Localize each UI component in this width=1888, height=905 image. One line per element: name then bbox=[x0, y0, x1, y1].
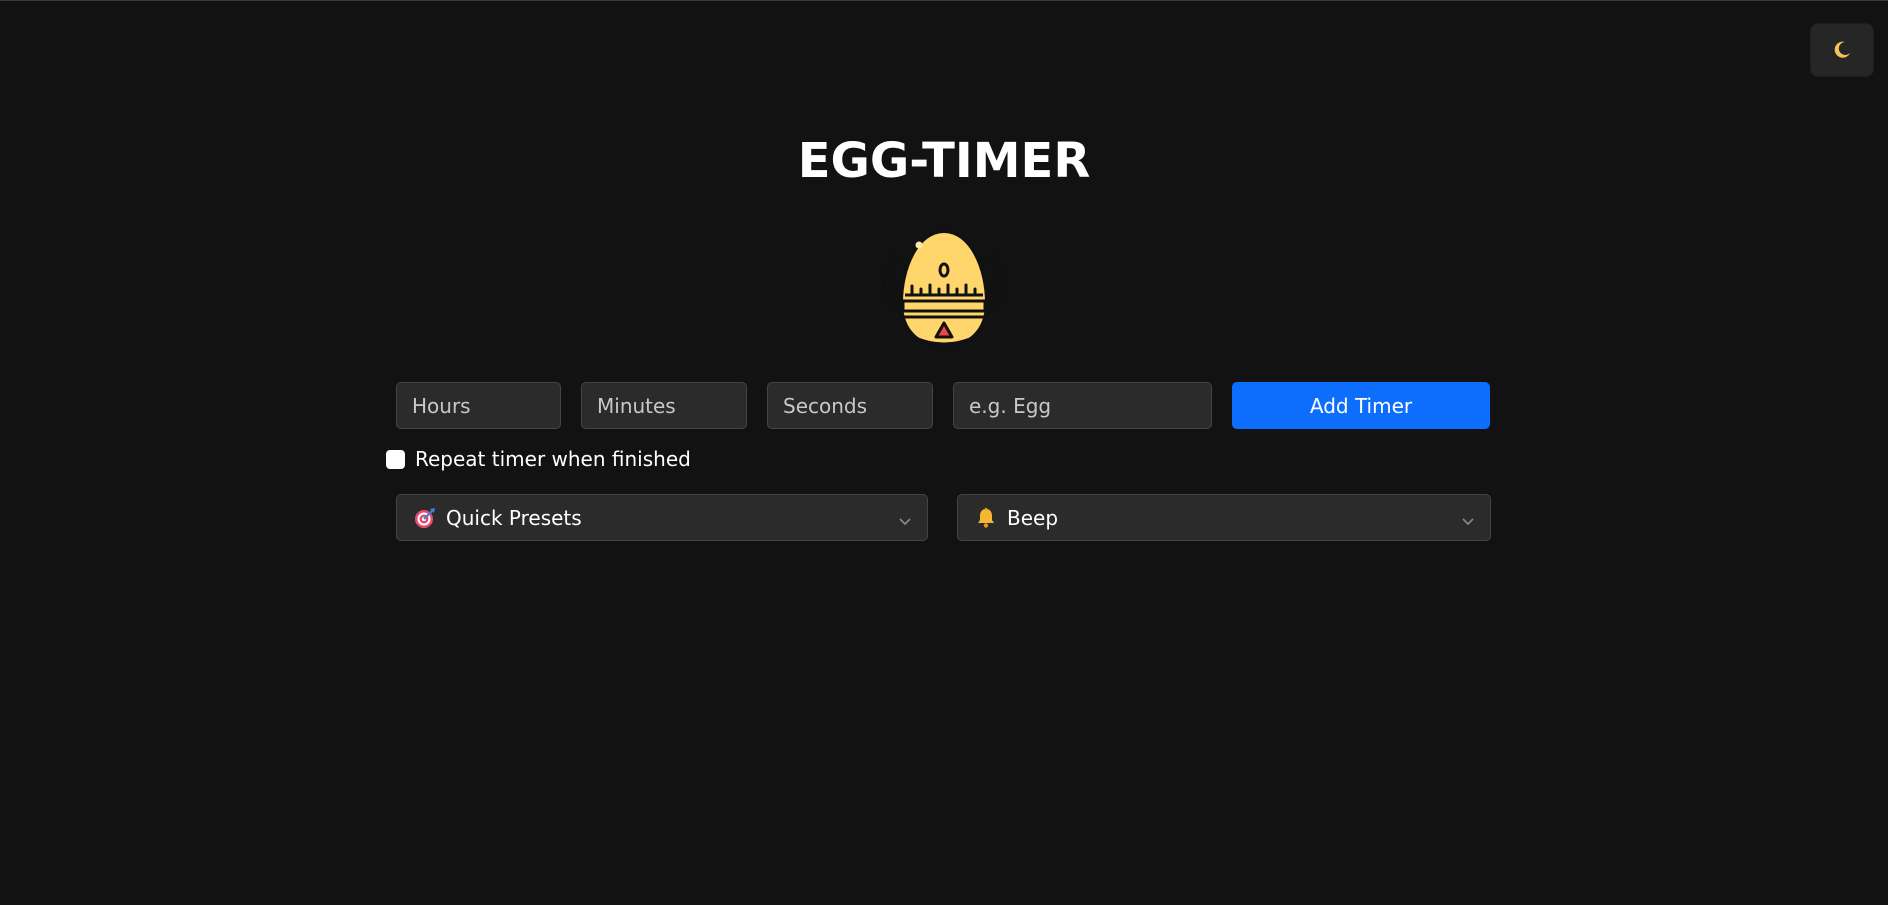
chevron-down-icon bbox=[897, 510, 913, 526]
target-icon bbox=[414, 507, 436, 529]
hours-input[interactable] bbox=[396, 382, 561, 429]
egg-timer-icon bbox=[879, 223, 1009, 353]
repeat-checkbox[interactable] bbox=[386, 449, 405, 469]
quick-presets-label: Quick Presets bbox=[446, 505, 582, 530]
seconds-input[interactable] bbox=[767, 382, 933, 429]
minutes-input[interactable] bbox=[581, 382, 747, 429]
repeat-option: Repeat timer when finished bbox=[386, 447, 691, 471]
repeat-label: Repeat timer when finished bbox=[415, 447, 691, 471]
bell-icon bbox=[975, 507, 997, 529]
sound-select[interactable]: Beep bbox=[957, 494, 1491, 541]
page: EGG-TIMER Hours Minutes Seconds e.g. Egg… bbox=[0, 0, 1888, 905]
moon-icon bbox=[1832, 40, 1852, 60]
add-timer-button[interactable]: Add Timer bbox=[1232, 382, 1490, 429]
page-title: EGG-TIMER bbox=[797, 133, 1091, 189]
chevron-down-icon bbox=[1460, 510, 1476, 526]
theme-toggle-button[interactable] bbox=[1810, 23, 1874, 77]
sound-label: Beep bbox=[1007, 505, 1059, 530]
timer-label-input[interactable] bbox=[953, 382, 1212, 429]
quick-presets-select[interactable]: Quick Presets bbox=[396, 494, 928, 541]
